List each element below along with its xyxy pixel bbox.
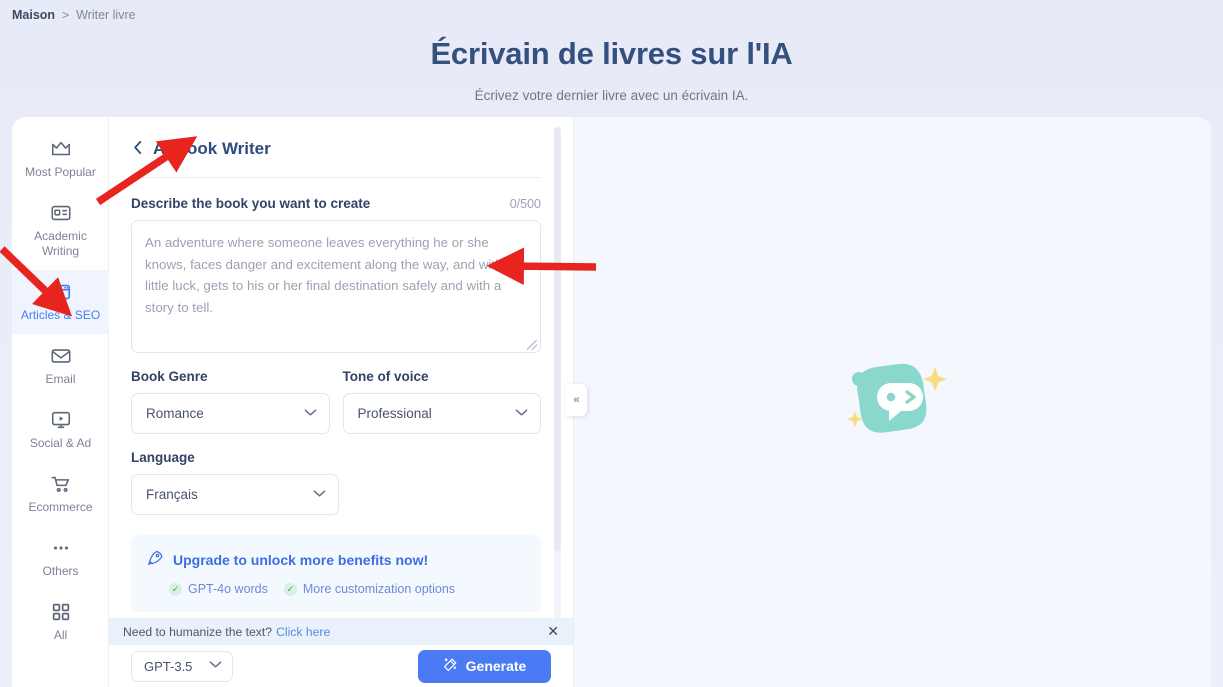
sidebar-item-all[interactable]: All bbox=[12, 590, 109, 654]
model-select-value: GPT-3.5 bbox=[144, 658, 193, 674]
category-sidebar: Most Popular Academic Writing Articles &… bbox=[12, 117, 109, 687]
book-genre-label: Book Genre bbox=[131, 369, 208, 384]
sidebar-item-label: Others bbox=[42, 564, 79, 578]
upgrade-title-row: Upgrade to unlock more benefits now! bbox=[147, 549, 525, 571]
browser-window-icon bbox=[50, 281, 72, 303]
output-empty-panel bbox=[574, 117, 1211, 687]
app-root: Maison > Writer livre Écrivain de livres… bbox=[0, 0, 1223, 687]
genre-tone-row: Book Genre Romance Tone of voice Profess… bbox=[131, 369, 541, 434]
character-counter: 0/500 bbox=[509, 197, 541, 211]
upgrade-benefit-item: ✓ More customization options bbox=[283, 582, 456, 596]
form-scroll-area: AI Book Writer Describe the book you wan… bbox=[109, 117, 563, 687]
humanize-click-here-link[interactable]: Click here bbox=[276, 625, 330, 639]
sidebar-item-academic-writing[interactable]: Academic Writing bbox=[12, 191, 109, 270]
shopping-cart-icon bbox=[50, 473, 72, 495]
check-icon: ✓ bbox=[169, 582, 182, 596]
sidebar-item-others[interactable]: Others bbox=[12, 526, 109, 590]
language-field: Language Français bbox=[131, 450, 339, 515]
humanize-notice-bar: Need to humanize the text? Click here ✕ bbox=[109, 618, 573, 645]
envelope-icon bbox=[50, 345, 72, 367]
form-scrollbar-thumb[interactable] bbox=[554, 127, 561, 551]
chevron-left-icon[interactable] bbox=[131, 140, 144, 159]
grid-icon bbox=[50, 601, 72, 623]
book-genre-field: Book Genre Romance bbox=[131, 369, 330, 434]
sidebar-item-label: Articles & SEO bbox=[20, 308, 101, 322]
monitor-play-icon bbox=[50, 409, 72, 431]
book-genre-value: Romance bbox=[146, 406, 204, 421]
chevron-down-icon bbox=[209, 660, 222, 672]
chevron-down-icon bbox=[313, 489, 326, 501]
sidebar-item-most-popular[interactable]: Most Popular bbox=[12, 127, 109, 191]
generate-button-label: Generate bbox=[465, 658, 527, 674]
sidebar-item-email[interactable]: Email bbox=[12, 334, 109, 398]
crown-icon bbox=[50, 138, 72, 160]
language-select[interactable]: Français bbox=[131, 474, 339, 515]
humanize-text: Need to humanize the text? bbox=[123, 624, 273, 639]
describe-label: Describe the book you want to create bbox=[131, 196, 371, 211]
page-title: Écrivain de livres sur l'IA bbox=[430, 36, 793, 71]
resize-grip-icon[interactable] bbox=[527, 340, 537, 350]
form-scrollbar-track[interactable] bbox=[554, 127, 561, 677]
panel-header: AI Book Writer bbox=[131, 117, 541, 167]
upgrade-benefit-label: More customization options bbox=[302, 582, 456, 596]
sidebar-item-label: Academic Writing bbox=[34, 229, 87, 258]
ellipsis-icon bbox=[50, 537, 72, 559]
sidebar-item-label: Ecommerce bbox=[28, 500, 93, 514]
sidebar-item-articles-seo[interactable]: Articles & SEO bbox=[12, 270, 109, 334]
chevron-down-icon bbox=[304, 408, 317, 420]
breadcrumb-home-link[interactable]: Maison bbox=[12, 8, 55, 22]
tone-of-voice-select[interactable]: Professional bbox=[342, 393, 541, 434]
collapse-panel-handle[interactable]: « bbox=[566, 384, 587, 416]
id-card-icon bbox=[50, 202, 72, 224]
upgrade-title: Upgrade to unlock more benefits now! bbox=[173, 552, 429, 568]
check-icon: ✓ bbox=[283, 582, 297, 596]
form-bottom-bar: GPT-3.5 Generate bbox=[109, 645, 573, 687]
generate-button[interactable]: Generate bbox=[418, 649, 551, 683]
language-value: Français bbox=[146, 487, 198, 502]
breadcrumb: Maison > Writer livre bbox=[12, 8, 136, 22]
magic-wand-icon bbox=[443, 657, 458, 675]
sidebar-item-label: All bbox=[53, 628, 68, 642]
sidebar-item-label: Social & Ad bbox=[29, 436, 92, 450]
sidebar-item-label: Email bbox=[45, 372, 76, 386]
sidebar-item-ecommerce[interactable]: Ecommerce bbox=[12, 462, 109, 526]
sidebar-item-label: Most Popular bbox=[25, 165, 96, 179]
describe-label-row: Describe the book you want to create 0/5… bbox=[131, 196, 541, 211]
close-icon[interactable]: ✕ bbox=[547, 623, 559, 640]
panel-title: AI Book Writer bbox=[153, 139, 271, 158]
chevron-down-icon bbox=[515, 408, 528, 420]
book-genre-select[interactable]: Romance bbox=[131, 393, 330, 434]
tone-of-voice-label: Tone of voice bbox=[342, 369, 429, 384]
rocket-icon bbox=[147, 549, 164, 571]
tone-of-voice-value: Professional bbox=[357, 406, 432, 421]
language-label: Language bbox=[131, 450, 195, 465]
page-subtitle: Écrivez votre dernier livre avec un écri… bbox=[474, 88, 749, 103]
upgrade-banner[interactable]: Upgrade to unlock more benefits now! ✓ G… bbox=[131, 535, 541, 612]
header-divider bbox=[131, 177, 541, 178]
tone-of-voice-field: Tone of voice Professional bbox=[342, 369, 541, 434]
model-select[interactable]: GPT-3.5 bbox=[131, 650, 233, 682]
upgrade-benefits: ✓ GPT-4o words ✓ More customization opti… bbox=[147, 582, 525, 596]
chat-robot-mascot-illustration bbox=[833, 347, 953, 457]
sidebar-item-social-ad[interactable]: Social & Ad bbox=[12, 398, 109, 462]
upgrade-benefit-item: ✓ GPT-4o words bbox=[169, 582, 268, 596]
main-card: Most Popular Academic Writing Articles &… bbox=[12, 117, 1211, 687]
describe-placeholder-text: An adventure where someone leaves everyt… bbox=[145, 235, 514, 315]
upgrade-benefit-label: GPT-4o words bbox=[188, 582, 268, 596]
describe-textarea[interactable]: An adventure where someone leaves everyt… bbox=[131, 220, 541, 353]
breadcrumb-current: Writer livre bbox=[76, 8, 136, 22]
form-panel: AI Book Writer Describe the book you wan… bbox=[109, 117, 574, 687]
breadcrumb-separator: > bbox=[62, 8, 70, 22]
